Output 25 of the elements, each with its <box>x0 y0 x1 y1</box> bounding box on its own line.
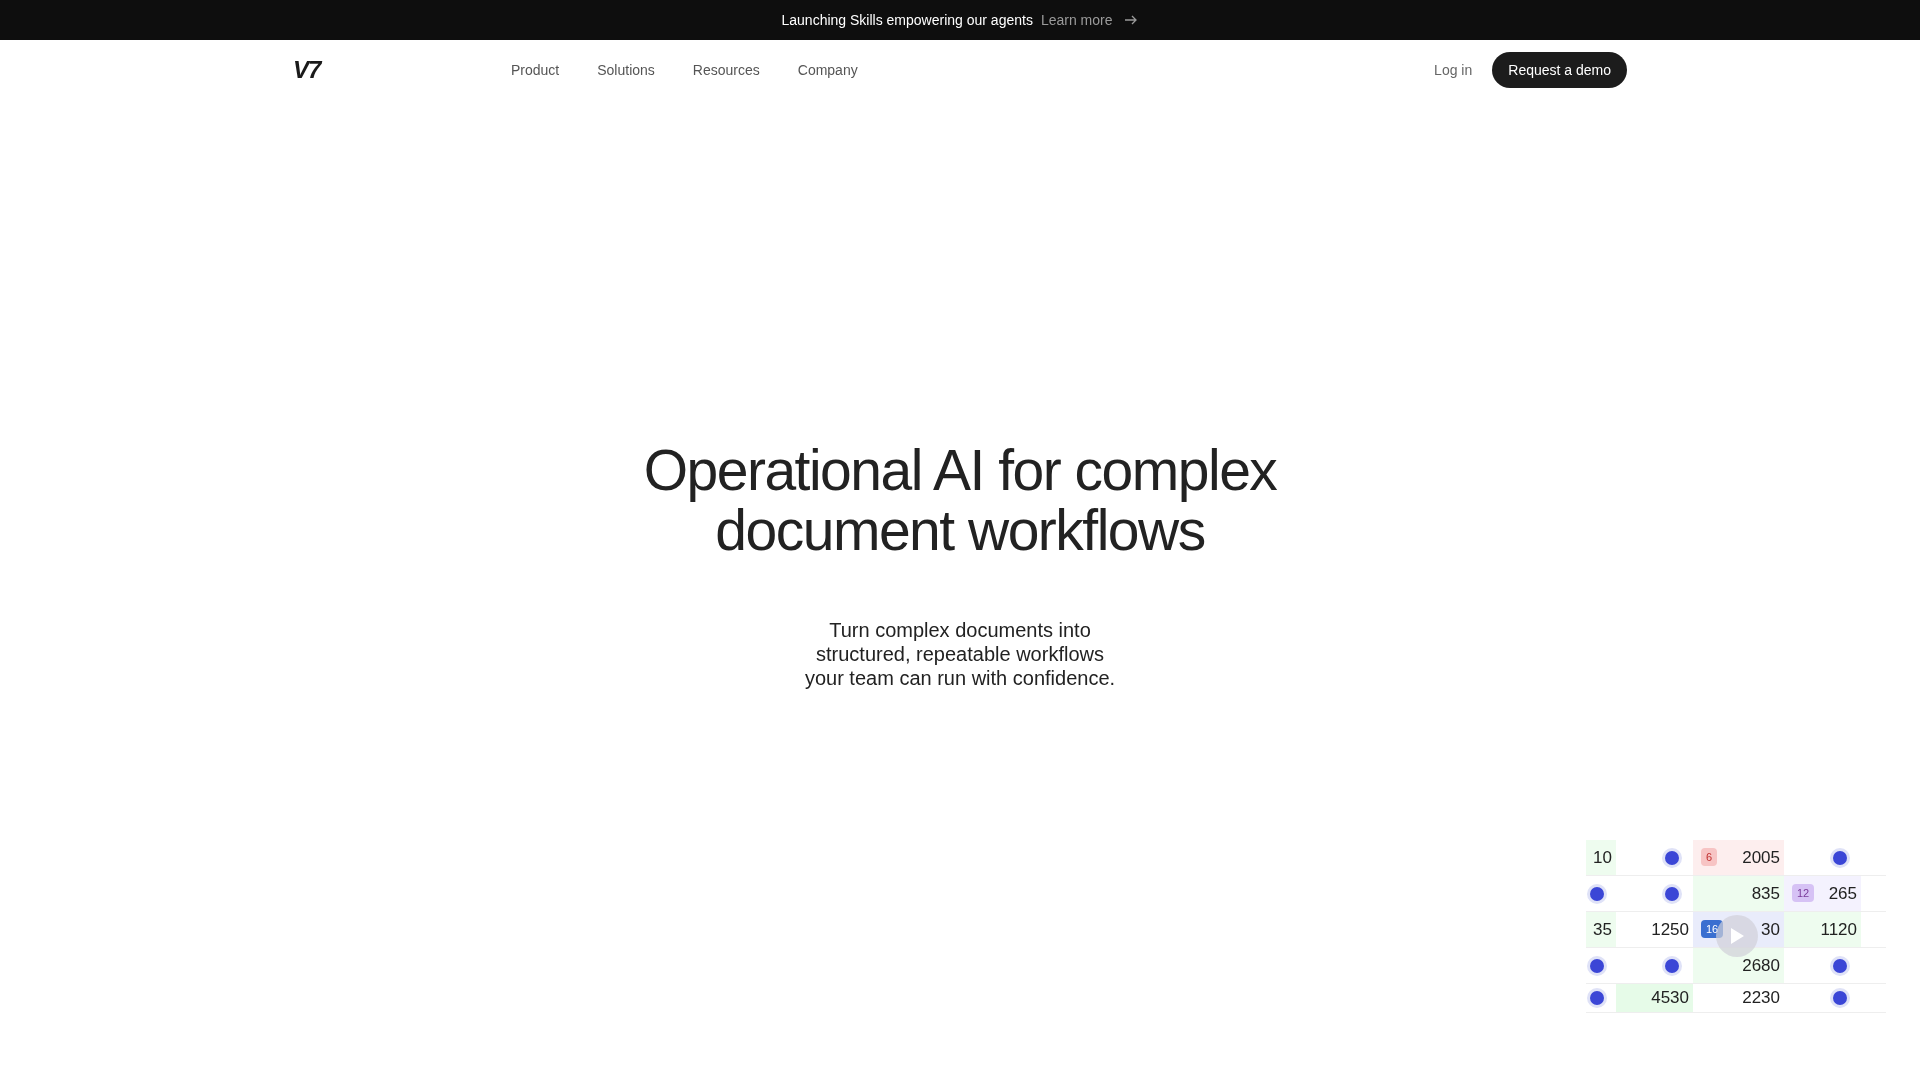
table-cell: 1120 <box>1784 912 1861 947</box>
nav-link[interactable]: Solutions <box>597 59 655 81</box>
hero-title: Operational AI for complex document workflows <box>642 440 1278 560</box>
learn-more-link[interactable]: Learn more <box>1040 9 1113 31</box>
count-badge: 12 <box>1792 884 1815 902</box>
request-demo-button[interactable]: Request a demo <box>1492 52 1627 88</box>
table-cell: 4530 <box>1616 984 1693 1012</box>
play-icon <box>1729 927 1745 945</box>
arrow-icon <box>1124 14 1139 26</box>
table-cell: 35 <box>1586 912 1616 947</box>
announcement-text: Launching Skills empowering our agents <box>781 10 1033 30</box>
cell-value: 1250 <box>1651 918 1689 941</box>
table-cell: 835 <box>1693 876 1784 911</box>
hero-subtitle: Turn complex documents into structured, repeatable workflows your team can run with confidence. <box>803 618 1117 690</box>
table-cell: 6 2005 <box>1693 840 1784 875</box>
table-cell: 10 <box>1586 840 1616 875</box>
nav-link[interactable]: Company <box>797 59 858 81</box>
table-cell: 12 265 <box>1784 876 1861 911</box>
table-cell: 2680 <box>1693 948 1784 983</box>
cell-value: 2230 <box>1742 987 1780 1010</box>
count-badge: 6 <box>1701 848 1718 866</box>
logo[interactable]: V7 <box>293 52 511 88</box>
login-link[interactable]: Log in <box>1434 59 1473 81</box>
nav-link[interactable]: Resources <box>692 59 760 81</box>
nav-link[interactable]: Product <box>511 59 560 81</box>
